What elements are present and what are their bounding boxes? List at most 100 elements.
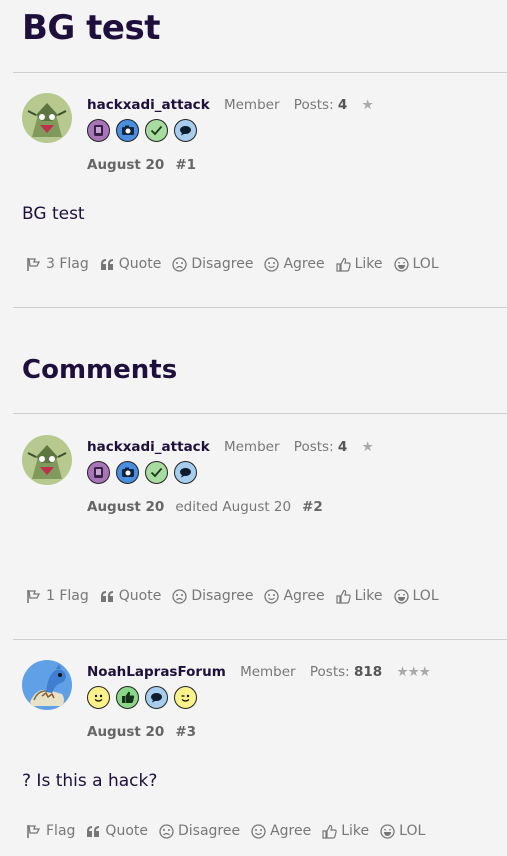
post-number[interactable]: #2 <box>302 499 323 515</box>
lol-reaction[interactable]: LOL <box>393 588 439 604</box>
user-avatar[interactable] <box>22 435 72 485</box>
comments-heading: Comments <box>22 355 178 385</box>
agree-reaction[interactable]: Agree <box>264 588 325 604</box>
thumbs-up-icon <box>335 589 351 604</box>
post-count: Posts: 4 <box>294 439 348 455</box>
disagree-label: Disagree <box>191 588 254 604</box>
frown-icon <box>172 256 187 272</box>
camera-badge-icon[interactable] <box>116 461 139 484</box>
agree-label: Agree <box>283 256 325 272</box>
quote-label: Quote <box>118 588 162 604</box>
edited-note[interactable]: edited August 20 <box>175 499 291 515</box>
post-dateline: August 20 edited August 20 #2 <box>87 499 323 515</box>
agree-label: Agree <box>270 823 312 839</box>
like-label: Like <box>354 588 383 604</box>
agree-reaction[interactable]: Agree <box>251 823 311 839</box>
like-reaction[interactable]: Like <box>335 256 383 272</box>
flag-reaction[interactable]: 3 Flag <box>26 256 89 272</box>
post-count-label: Posts: <box>293 97 334 113</box>
thumbs-up-icon <box>322 824 337 839</box>
flag-reaction[interactable]: Flag <box>26 823 75 839</box>
flag-icon <box>27 824 41 838</box>
camera-badge-icon[interactable] <box>116 119 139 142</box>
reaction-bar: 3 Flag Quote Disagree Agree Like LOL <box>26 256 450 272</box>
user-role: Member <box>223 439 280 455</box>
like-reaction[interactable]: Like <box>335 588 383 604</box>
user-avatar[interactable] <box>22 93 72 143</box>
post-number[interactable]: #3 <box>175 724 196 740</box>
thumbs-up-icon <box>335 257 351 272</box>
smile-icon <box>264 588 280 604</box>
quote-icon <box>87 825 100 837</box>
agree-reaction[interactable]: Agree <box>264 256 325 272</box>
username-link[interactable]: NoahLaprasForum <box>87 664 226 680</box>
post-date[interactable]: August 20 <box>87 724 164 740</box>
post-count: Posts: 4 <box>294 97 348 113</box>
post-count-value: 818 <box>354 664 383 680</box>
quote-label: Quote <box>118 256 162 272</box>
rank-stars: ★ <box>361 97 374 113</box>
phone-badge-icon[interactable] <box>87 461 110 484</box>
laugh-icon <box>380 823 395 839</box>
check-badge-icon[interactable] <box>145 461 168 484</box>
quote-reaction[interactable]: Quote <box>100 588 162 604</box>
divider <box>13 72 507 73</box>
user-meta: NoahLaprasForum Member Posts: 818 ★★★ <box>87 664 431 680</box>
laugh-icon <box>393 256 409 272</box>
flag-label: Flag <box>46 823 76 839</box>
post-date[interactable]: August 20 <box>87 499 164 515</box>
flag-icon <box>27 589 41 603</box>
badge-row <box>87 119 197 142</box>
username-link[interactable]: hackxadi_attack <box>87 97 210 113</box>
comment-badge-icon[interactable] <box>174 119 197 142</box>
lol-label: LOL <box>399 823 426 839</box>
post-dateline: August 20 #3 <box>87 724 196 740</box>
badge-row <box>87 461 197 484</box>
quote-reaction[interactable]: Quote <box>100 256 162 272</box>
like-reaction[interactable]: Like <box>322 823 369 839</box>
phone-badge-icon[interactable] <box>87 119 110 142</box>
quote-reaction[interactable]: Quote <box>86 823 148 839</box>
quote-label: Quote <box>105 823 148 839</box>
disagree-label: Disagree <box>177 823 241 839</box>
user-role: Member <box>223 97 280 113</box>
flag-reaction[interactable]: 1 Flag <box>26 588 89 604</box>
lol-label: LOL <box>412 256 439 272</box>
divider <box>13 307 507 308</box>
reaction-bar: Flag Quote Disagree Agree Like LOL <box>26 823 436 839</box>
username-link[interactable]: hackxadi_attack <box>87 439 210 455</box>
thumbs-up-badge-icon[interactable] <box>116 686 139 709</box>
laugh-icon <box>393 588 409 604</box>
lol-reaction[interactable]: LOL <box>380 823 425 839</box>
flag-label: 1 Flag <box>46 588 89 604</box>
disagree-reaction[interactable]: Disagree <box>172 588 253 604</box>
frown-icon <box>159 823 174 839</box>
post-number[interactable]: #1 <box>175 157 196 173</box>
smile-icon <box>251 823 266 839</box>
quote-icon <box>100 590 113 602</box>
quote-icon <box>100 258 113 270</box>
rank-stars: ★ <box>361 439 374 455</box>
smiley-badge-icon[interactable] <box>87 686 110 709</box>
post-count-value: 4 <box>337 439 348 455</box>
disagree-reaction[interactable]: Disagree <box>172 256 253 272</box>
rank-stars: ★★★ <box>396 664 431 680</box>
post-date[interactable]: August 20 <box>87 157 164 173</box>
comment-badge-icon[interactable] <box>174 461 197 484</box>
post-count-value: 4 <box>337 97 348 113</box>
disagree-label: Disagree <box>191 256 254 272</box>
like-label: Like <box>341 823 370 839</box>
smile-icon <box>264 256 280 272</box>
page-title: BG test <box>22 8 160 48</box>
reaction-bar: 1 Flag Quote Disagree Agree Like LOL <box>26 588 450 604</box>
user-avatar[interactable] <box>22 660 72 710</box>
lol-reaction[interactable]: LOL <box>393 256 439 272</box>
disagree-reaction[interactable]: Disagree <box>159 823 240 839</box>
user-meta: hackxadi_attack Member Posts: 4 ★ <box>87 439 374 455</box>
user-meta: hackxadi_attack Member Posts: 4 ★ <box>87 97 374 113</box>
check-badge-icon[interactable] <box>145 119 168 142</box>
wink-badge-icon[interactable] <box>174 686 197 709</box>
divider <box>13 413 507 414</box>
comment-badge-icon[interactable] <box>145 686 168 709</box>
badge-row <box>87 686 197 709</box>
